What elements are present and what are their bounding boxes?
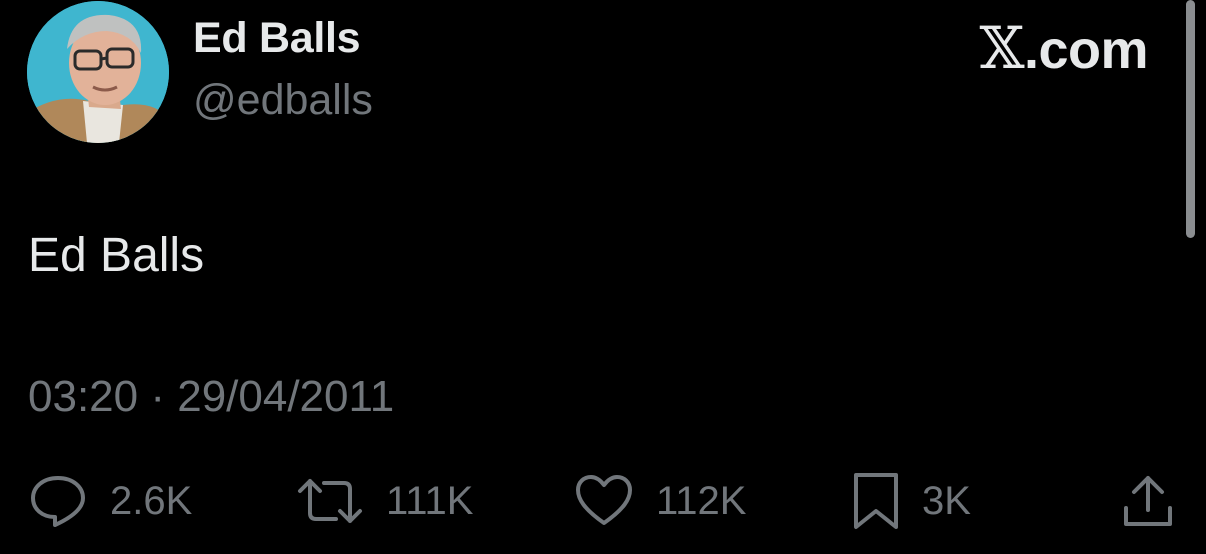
share-upload-icon (1120, 472, 1176, 530)
bookmark-icon (852, 471, 900, 531)
scrollbar-thumb[interactable] (1186, 0, 1195, 238)
repost-button[interactable]: 111K (296, 470, 473, 532)
repost-count: 111K (386, 478, 474, 523)
reply-count: 2.6K (110, 478, 193, 523)
avatar[interactable] (27, 1, 169, 143)
x-logo-glyph: 𝕏 (979, 14, 1024, 82)
author-handle[interactable]: @edballs (193, 76, 373, 125)
x-com-watermark: 𝕏.com (979, 14, 1148, 82)
like-button[interactable]: 112K (574, 470, 746, 532)
bookmark-button[interactable]: 3K (852, 470, 971, 532)
like-count: 112K (656, 478, 747, 523)
tweet-timestamp[interactable]: 03:20 · 29/04/2011 (28, 372, 394, 422)
reply-button[interactable]: 2.6K (28, 470, 192, 532)
tweet-time: 03:20 (28, 372, 139, 421)
tweet-text: Ed Balls (28, 229, 205, 282)
reply-bubble-icon (28, 473, 88, 529)
heart-icon (574, 473, 634, 529)
brand-suffix: .com (1023, 20, 1149, 80)
avatar-photo (27, 1, 169, 143)
bookmark-count: 3K (922, 478, 971, 523)
timestamp-separator: · (138, 372, 178, 421)
repost-arrows-icon (296, 473, 364, 529)
share-button[interactable] (1120, 470, 1176, 532)
tweet-date: 29/04/2011 (177, 372, 395, 421)
author-display-name[interactable]: Ed Balls (193, 14, 361, 63)
